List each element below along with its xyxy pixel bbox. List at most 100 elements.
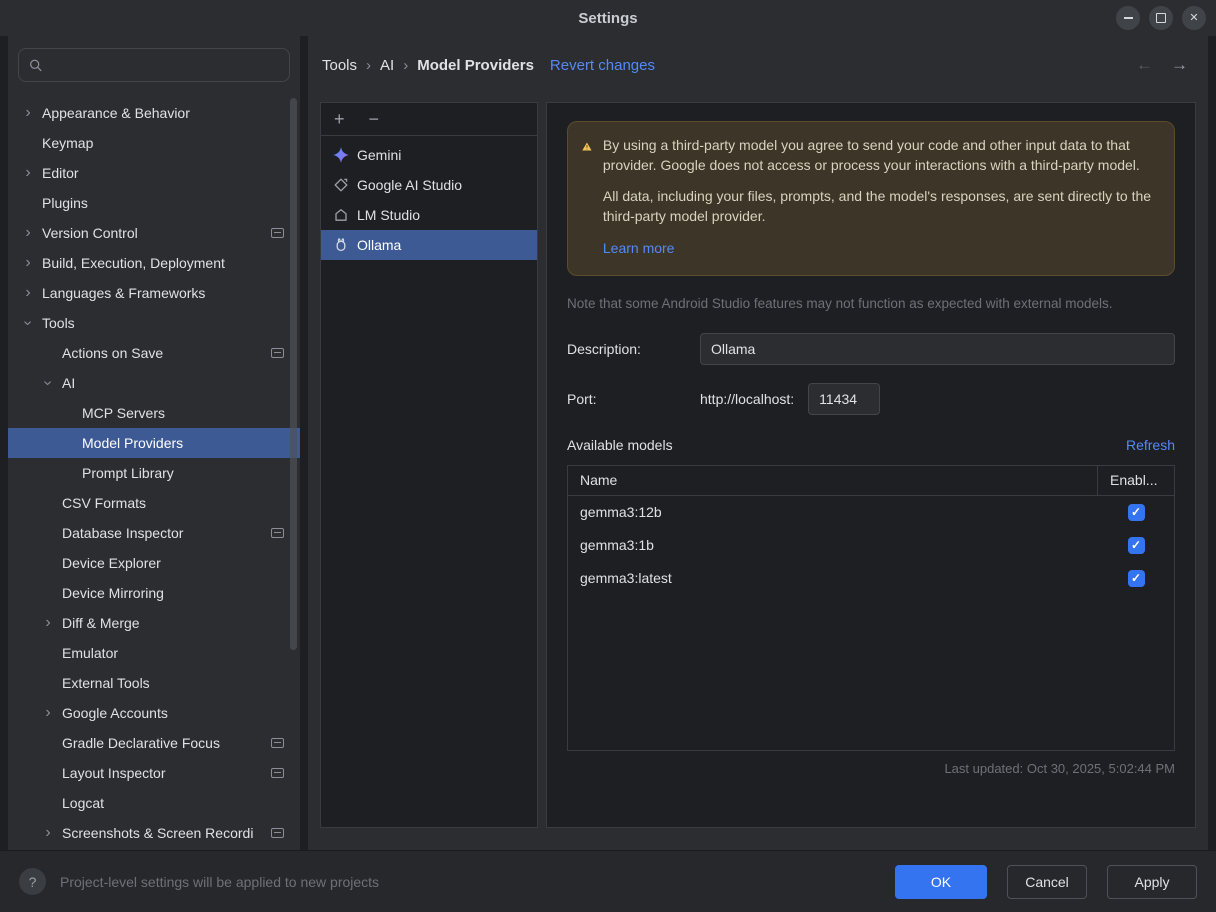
- models-table-header: Name Enabl...: [568, 466, 1174, 496]
- chevron-right-icon: [40, 615, 56, 631]
- sidebar-item-prompt-library[interactable]: Prompt Library: [8, 458, 300, 488]
- apply-button[interactable]: Apply: [1107, 865, 1197, 899]
- model-enabled-checkbox[interactable]: [1128, 537, 1145, 554]
- sidebar-item-actions-on-save[interactable]: Actions on Save: [8, 338, 300, 368]
- sidebar-item-label: Model Providers: [82, 435, 183, 451]
- model-providers-panels: Gemini Google AI Studio LM Studio Ollama…: [320, 102, 1196, 828]
- project-settings-icon: [271, 228, 284, 238]
- provider-item-gemini[interactable]: Gemini: [321, 140, 537, 170]
- sidebar-item-label: Plugins: [42, 195, 88, 211]
- footer-buttons: OK Cancel Apply: [895, 865, 1197, 899]
- available-models-row: Available models Refresh: [567, 437, 1175, 453]
- add-provider-icon[interactable]: [334, 110, 345, 128]
- providers-toolbar: [321, 103, 537, 136]
- third-party-warning: By using a third-party model you agree t…: [567, 121, 1175, 276]
- sidebar-item-diff-merge[interactable]: Diff & Merge: [8, 608, 300, 638]
- port-row: Port: http://localhost:: [567, 383, 1175, 415]
- model-row[interactable]: gemma3:12b: [568, 496, 1174, 529]
- settings-sidebar: Appearance & Behavior Keymap Editor Plug…: [8, 36, 300, 850]
- breadcrumb-ai[interactable]: AI: [380, 57, 394, 74]
- sidebar-item-keymap[interactable]: Keymap: [8, 128, 300, 158]
- model-row[interactable]: gemma3:latest: [568, 562, 1174, 595]
- sidebar-item-label: AI: [62, 375, 75, 391]
- settings-search-box[interactable]: [18, 48, 290, 82]
- forward-arrow-icon[interactable]: [1171, 55, 1188, 75]
- learn-more-link[interactable]: Learn more: [603, 239, 675, 259]
- description-label: Description:: [567, 341, 700, 357]
- sidebar-item-label: Layout Inspector: [62, 765, 166, 781]
- sidebar-scrollbar[interactable]: [290, 98, 297, 650]
- sidebar-item-build-execution-deployment[interactable]: Build, Execution, Deployment: [8, 248, 300, 278]
- provider-label: Google AI Studio: [357, 177, 462, 193]
- provider-label: Gemini: [357, 147, 401, 163]
- sidebar-item-label: Build, Execution, Deployment: [42, 255, 225, 271]
- sidebar-item-label: Version Control: [42, 225, 138, 241]
- back-arrow-icon[interactable]: [1136, 55, 1153, 75]
- sidebar-item-editor[interactable]: Editor: [8, 158, 300, 188]
- sidebar-item-label: Editor: [42, 165, 79, 181]
- provider-item-google-ai-studio[interactable]: Google AI Studio: [321, 170, 537, 200]
- sidebar-item-csv-formats[interactable]: CSV Formats: [8, 488, 300, 518]
- sidebar-item-device-mirroring[interactable]: Device Mirroring: [8, 578, 300, 608]
- sidebar-item-gradle-declarative-focus[interactable]: Gradle Declarative Focus: [8, 728, 300, 758]
- refresh-link[interactable]: Refresh: [1126, 437, 1175, 453]
- chevron-right-icon: [40, 705, 56, 721]
- sidebar-item-external-tools[interactable]: External Tools: [8, 668, 300, 698]
- search-input[interactable]: [50, 57, 279, 73]
- column-header-name[interactable]: Name: [568, 466, 1098, 495]
- sidebar-item-label: Emulator: [62, 645, 118, 661]
- column-header-enabled[interactable]: Enabl...: [1098, 466, 1174, 495]
- sidebar-item-label: Keymap: [42, 135, 93, 151]
- sidebar-item-languages-frameworks[interactable]: Languages & Frameworks: [8, 278, 300, 308]
- minimize-button[interactable]: [1116, 6, 1140, 30]
- model-row[interactable]: gemma3:1b: [568, 529, 1174, 562]
- model-enabled-checkbox[interactable]: [1128, 570, 1145, 587]
- provider-item-lm-studio[interactable]: LM Studio: [321, 200, 537, 230]
- project-settings-icon: [271, 348, 284, 358]
- sidebar-item-plugins[interactable]: Plugins: [8, 188, 300, 218]
- sidebar-item-emulator[interactable]: Emulator: [8, 638, 300, 668]
- providers-list-panel: Gemini Google AI Studio LM Studio Ollama: [320, 102, 538, 828]
- breadcrumb-tools[interactable]: Tools: [322, 57, 357, 74]
- remove-provider-icon[interactable]: [369, 110, 380, 128]
- gemini-icon: [333, 147, 349, 163]
- cancel-button[interactable]: Cancel: [1007, 865, 1087, 899]
- sidebar-item-database-inspector[interactable]: Database Inspector: [8, 518, 300, 548]
- sidebar-item-label: Logcat: [62, 795, 104, 811]
- sidebar-item-ai[interactable]: AI: [8, 368, 300, 398]
- description-input[interactable]: [700, 333, 1175, 365]
- chevron-right-icon: [20, 225, 36, 241]
- sidebar-item-google-accounts[interactable]: Google Accounts: [8, 698, 300, 728]
- revert-changes-link[interactable]: Revert changes: [550, 57, 655, 74]
- model-enabled-checkbox[interactable]: [1128, 504, 1145, 521]
- port-input[interactable]: [808, 383, 880, 415]
- sidebar-item-appearance-behavior[interactable]: Appearance & Behavior: [8, 98, 300, 128]
- chevron-right-icon: [20, 165, 36, 181]
- provider-item-ollama[interactable]: Ollama: [321, 230, 537, 260]
- sidebar-item-label: Actions on Save: [62, 345, 163, 361]
- sidebar-item-version-control[interactable]: Version Control: [8, 218, 300, 248]
- sidebar-item-label: Device Mirroring: [62, 585, 164, 601]
- sidebar-item-tools[interactable]: Tools: [8, 308, 300, 338]
- window-controls: [1116, 6, 1206, 30]
- close-button[interactable]: [1182, 6, 1206, 30]
- chevron-right-icon: [20, 105, 36, 121]
- history-nav: [1136, 55, 1194, 75]
- project-settings-icon: [271, 738, 284, 748]
- description-row: Description:: [567, 333, 1175, 365]
- sidebar-item-label: Device Explorer: [62, 555, 161, 571]
- google-ai-studio-icon: [333, 177, 349, 193]
- sidebar-item-logcat[interactable]: Logcat: [8, 788, 300, 818]
- ok-button[interactable]: OK: [895, 865, 987, 899]
- sidebar-item-device-explorer[interactable]: Device Explorer: [8, 548, 300, 578]
- sidebar-item-model-providers[interactable]: Model Providers: [8, 428, 300, 458]
- provider-label: Ollama: [357, 237, 401, 253]
- help-icon[interactable]: [19, 868, 46, 895]
- sidebar-item-screenshots-screen-recording[interactable]: Screenshots & Screen Recordi: [8, 818, 300, 848]
- sidebar-item-mcp-servers[interactable]: MCP Servers: [8, 398, 300, 428]
- window-title: Settings: [578, 10, 637, 27]
- warning-paragraph-2: All data, including your files, prompts,…: [603, 187, 1158, 226]
- sidebar-item-layout-inspector[interactable]: Layout Inspector: [8, 758, 300, 788]
- footer-hint: Project-level settings will be applied t…: [60, 874, 379, 890]
- maximize-button[interactable]: [1149, 6, 1173, 30]
